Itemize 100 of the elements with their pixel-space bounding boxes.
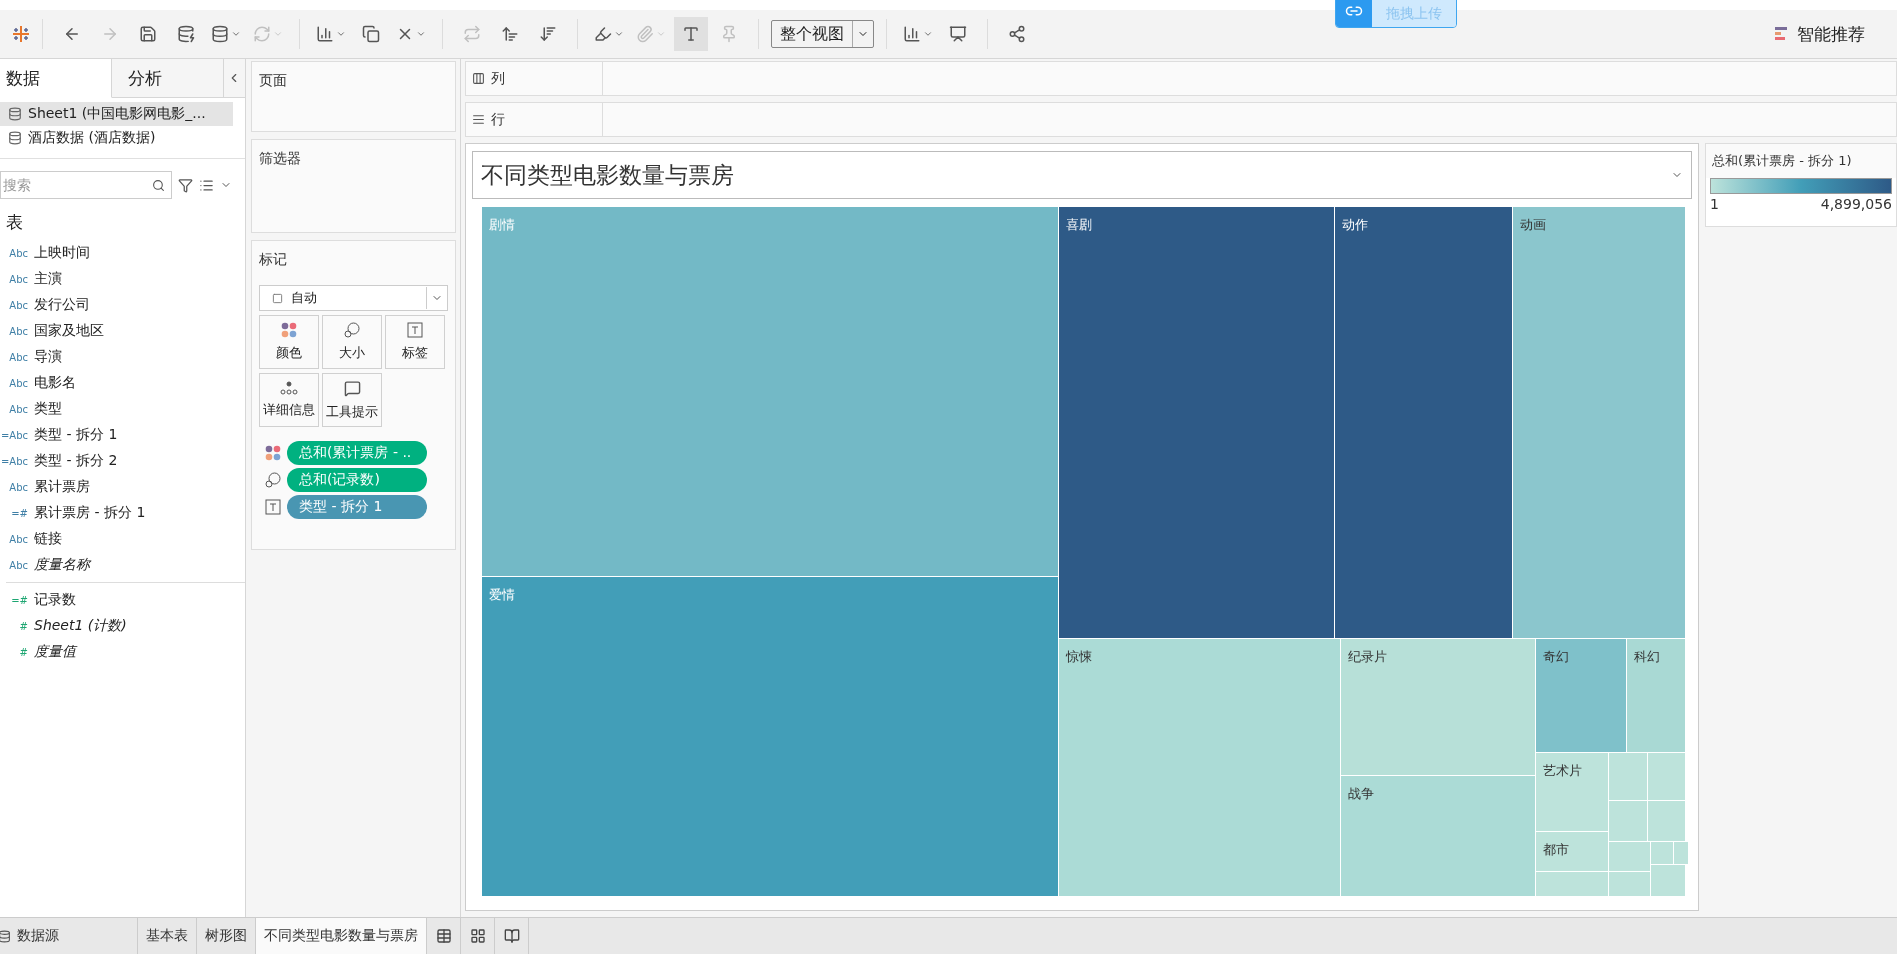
field-type-label: Abc	[8, 481, 29, 493]
tile-label: 科幻	[1634, 648, 1661, 664]
rows-icon	[472, 113, 485, 126]
text-icon	[407, 322, 423, 338]
database-icon	[8, 131, 22, 145]
mark-card-button[interactable]: 标签	[385, 315, 445, 369]
mark-card-button[interactable]: 详细信息	[259, 373, 319, 427]
tile-label: 艺术片	[1543, 762, 1583, 778]
field-name[interactable]: 类型 - 拆分 1	[34, 426, 118, 444]
field-name[interactable]: 累计票房 - 拆分 1	[34, 504, 146, 522]
card-title: 页面	[259, 72, 287, 88]
grid-icon	[469, 928, 486, 944]
field-type-label: #	[18, 646, 29, 658]
shelf-label: 列	[491, 69, 505, 88]
mark-card-button[interactable]: 工具提示	[322, 373, 382, 427]
field-type-label: =#	[10, 507, 29, 519]
field-name[interactable]: 导演	[34, 348, 62, 366]
data-source-item[interactable]: Sheet1 (中国电影网电影_...	[0, 102, 233, 126]
text-button[interactable]	[674, 17, 708, 51]
card-title: 标记	[259, 251, 287, 267]
search-field[interactable]: 搜索	[1, 176, 152, 194]
speech-bubble-icon	[343, 379, 361, 397]
field-name[interactable]: 类型 - 拆分 2	[34, 452, 118, 470]
sheet-tab[interactable]: 不同类型电影数量与票房	[256, 918, 427, 954]
rows-shelf[interactable]: 行	[465, 102, 1897, 137]
field-name[interactable]: 上映时间	[34, 244, 90, 262]
field-name[interactable]: 电影名	[34, 374, 76, 392]
legend-max: 4,899,056	[1820, 196, 1892, 212]
tile-label: 动画	[1520, 217, 1547, 232]
database-icon	[211, 25, 229, 43]
tile-label: 爱情	[489, 587, 515, 603]
caret-icon	[923, 29, 933, 39]
field-name[interactable]: 类型	[34, 400, 62, 418]
dots-icon	[280, 381, 298, 395]
shelf-label: 行	[491, 110, 505, 129]
paperclip-icon	[636, 25, 654, 43]
columns-icon	[472, 72, 485, 85]
filter-icon[interactable]	[178, 177, 193, 193]
caret-icon	[273, 29, 283, 39]
field-type-label: Abc	[8, 377, 29, 389]
highlighter-icon	[594, 25, 612, 43]
smart-recommend-button[interactable]: 智能推荐	[1769, 21, 1885, 47]
caret-icon	[656, 29, 666, 39]
chart-icon	[903, 25, 921, 43]
search-icon	[152, 178, 165, 192]
circles-icon	[265, 472, 281, 488]
arrow-right-icon	[101, 25, 119, 43]
field-name[interactable]: 国家及地区	[34, 322, 104, 340]
chart-icon	[316, 25, 334, 43]
tile-label: 动作	[1341, 217, 1368, 232]
share-icon	[1008, 25, 1026, 43]
database-icon	[0, 929, 11, 943]
list-view-icon[interactable]	[199, 177, 214, 193]
field-name[interactable]: 主演	[34, 270, 62, 288]
columns-shelf[interactable]: 列	[465, 61, 1897, 96]
field-name[interactable]: 度量名称	[34, 556, 90, 574]
pin-icon	[720, 25, 738, 43]
legend-title: 总和(累计票房 - 拆分 1)	[1706, 144, 1896, 178]
data-source-item[interactable]: 酒店数据 (酒店数据)	[0, 126, 233, 150]
tile-label: 战争	[1347, 785, 1374, 801]
sheet-tab[interactable]: 数据源	[0, 918, 138, 954]
mark-type-dropdown[interactable]: 自动	[259, 285, 448, 311]
field-name[interactable]: 度量值	[34, 643, 76, 661]
caret-icon	[416, 29, 426, 39]
caret-icon	[231, 29, 241, 39]
field-type-label: Abc	[8, 247, 29, 259]
color-dots-icon	[265, 445, 281, 461]
source-name: Sheet1 (中国电影网电影_...	[28, 105, 206, 123]
pane-tab[interactable]: 分析	[112, 59, 224, 98]
circles-icon	[344, 322, 360, 338]
field-name[interactable]: 发行公司	[34, 296, 90, 314]
sort-descending-icon	[539, 25, 557, 43]
mark-card-button[interactable]: 颜色	[259, 315, 319, 369]
caret-icon	[614, 29, 624, 39]
tile-label: 奇幻	[1543, 648, 1570, 664]
save-icon	[139, 25, 157, 43]
field-type-label: =Abc	[0, 429, 29, 441]
view-mode-dropdown[interactable]: 整个视图	[771, 20, 874, 48]
sheet-title: 不同类型电影数量与票房	[481, 160, 734, 190]
color-dots-icon	[281, 322, 297, 338]
square-icon	[272, 292, 283, 304]
field-type-label: Abc	[8, 559, 29, 571]
table-icon	[435, 928, 452, 944]
field-type-label: =Abc	[0, 455, 29, 467]
logo-icon	[12, 25, 30, 43]
mark-card-button[interactable]: 大小	[322, 315, 382, 369]
tile-label: 剧情	[489, 217, 515, 232]
field-name[interactable]: 链接	[34, 530, 62, 548]
field-type-label: Abc	[8, 403, 29, 415]
field-name[interactable]: Sheet1 (计数)	[34, 617, 127, 635]
presentation-icon	[949, 25, 967, 43]
tile-label: 纪录片	[1347, 648, 1387, 664]
search-box[interactable]: 搜索	[0, 171, 172, 199]
field-type-label: Abc	[8, 351, 29, 363]
bars-icon	[1775, 26, 1789, 42]
field-name[interactable]: 记录数	[34, 591, 76, 609]
swap-icon	[463, 25, 481, 43]
sort-ascending-icon	[501, 25, 519, 43]
field-name[interactable]: 累计票房	[34, 478, 90, 496]
card-title: 筛选器	[259, 150, 301, 166]
